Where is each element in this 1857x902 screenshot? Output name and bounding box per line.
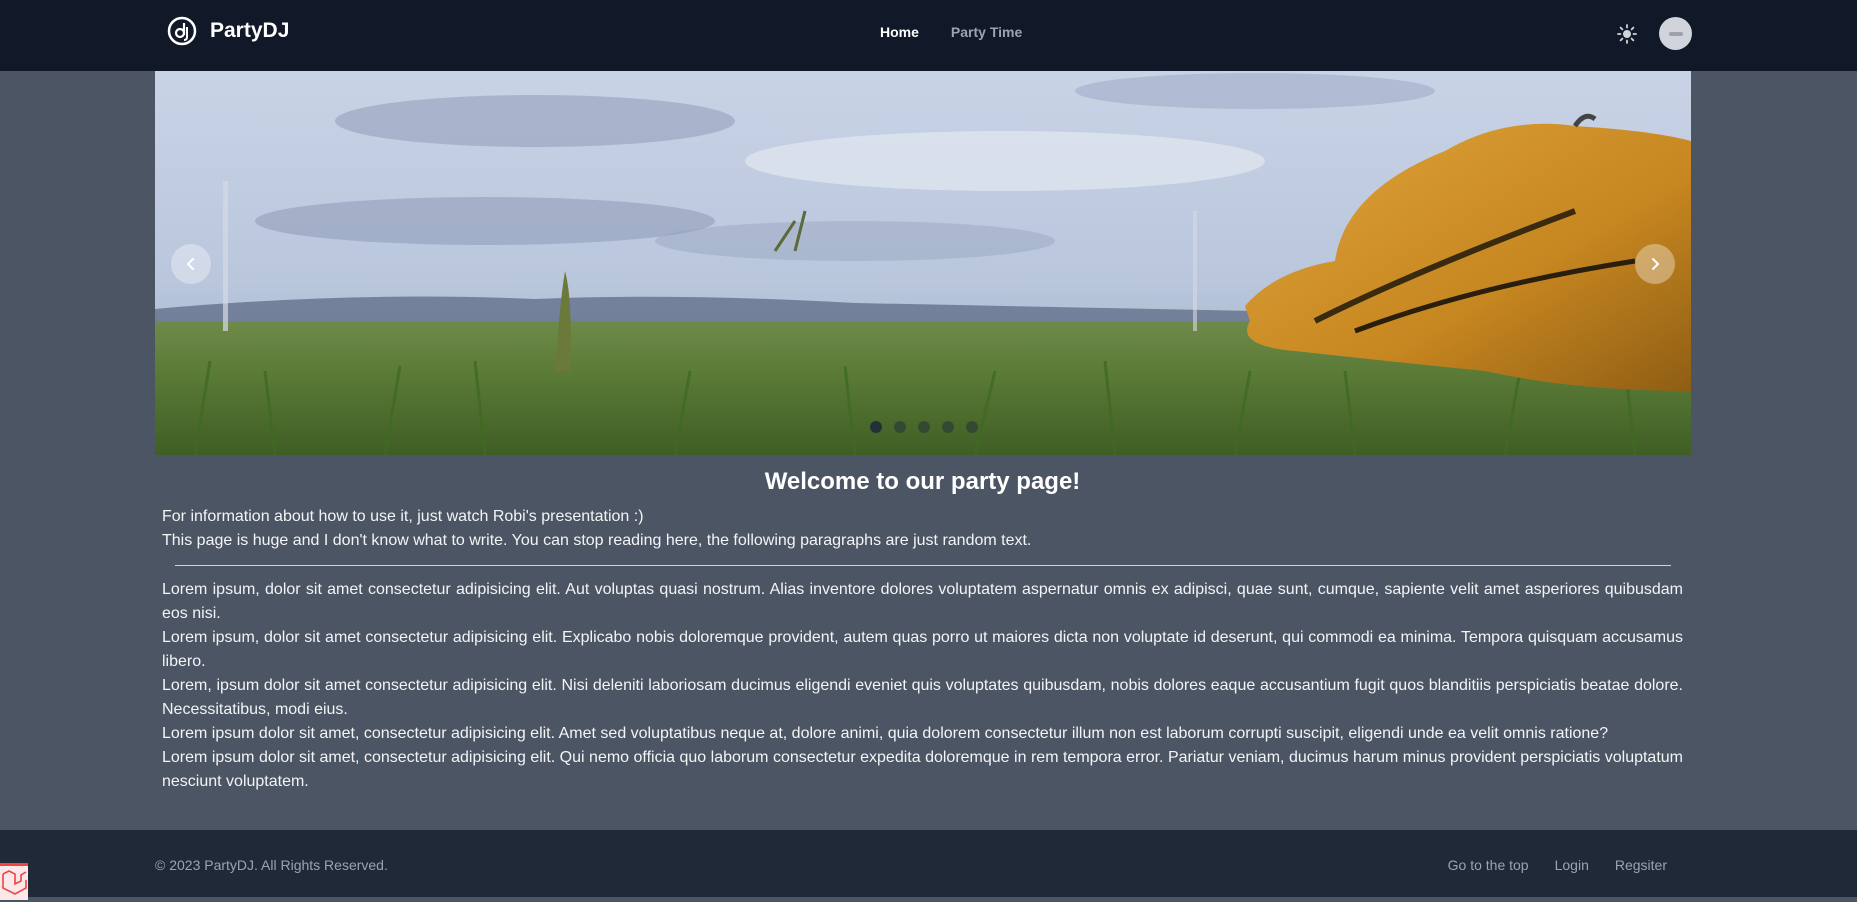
carousel-indicator-3[interactable] (918, 421, 930, 433)
carousel-indicator-5[interactable] (966, 421, 978, 433)
carousel-prev-button[interactable] (171, 244, 211, 284)
chevron-left-icon (187, 258, 194, 270)
image-carousel (155, 71, 1691, 455)
chevron-right-icon (1652, 258, 1659, 270)
footer-links: Go to the top Login Regsiter (1448, 857, 1667, 873)
avatar[interactable] (1659, 17, 1692, 50)
carousel-indicators (870, 421, 978, 433)
page-title: Welcome to our party page! (764, 468, 1081, 495)
paragraph: Lorem ipsum dolor sit amet, consectetur … (162, 749, 1683, 790)
intro-line: For information about how to use it, jus… (162, 508, 644, 525)
dj-logo-icon (167, 16, 197, 46)
main-content: Welcome to our party page! For informati… (162, 455, 1683, 794)
brand-name: PartyDJ (210, 19, 290, 42)
footer: © 2023 PartyDJ. All Rights Reserved. Go … (0, 830, 1857, 897)
copyright-text: © 2023 PartyDJ. All Rights Reserved. (155, 857, 388, 873)
nav-link-party-time[interactable]: Party Time (951, 24, 1022, 40)
laravel-logo-icon[interactable] (0, 863, 28, 900)
carousel-indicator-1[interactable] (870, 421, 882, 433)
navbar: PartyDJ Home Party Time (0, 0, 1857, 71)
sun-icon[interactable] (1614, 21, 1640, 47)
intro-text: For information about how to use it, jus… (162, 505, 1683, 553)
paragraph: Lorem, ipsum dolor sit amet consectetur … (162, 677, 1683, 718)
avatar-placeholder-icon (1668, 31, 1683, 36)
footer-link-register[interactable]: Regsiter (1615, 857, 1667, 873)
footer-link-login[interactable]: Login (1555, 857, 1589, 873)
intro-line: This page is huge and I don't know what … (162, 532, 1032, 549)
body-paragraphs: Lorem ipsum, dolor sit amet consectetur … (162, 578, 1683, 794)
carousel-next-button[interactable] (1635, 244, 1675, 284)
laravel-mark-icon (2, 870, 27, 895)
footer-link-go-to-top[interactable]: Go to the top (1448, 857, 1529, 873)
divider (175, 565, 1671, 566)
paragraph: Lorem ipsum dolor sit amet, consectetur … (162, 725, 1609, 742)
brand-link[interactable]: PartyDJ (166, 15, 289, 47)
main-nav: Home Party Time (880, 24, 1022, 40)
carousel-indicator-4[interactable] (942, 421, 954, 433)
carousel-indicator-2[interactable] (894, 421, 906, 433)
paragraph: Lorem ipsum, dolor sit amet consectetur … (162, 581, 1683, 622)
paragraph: Lorem ipsum, dolor sit amet consectetur … (162, 629, 1683, 670)
nav-link-home[interactable]: Home (880, 24, 919, 40)
carousel-slide-image (155, 71, 1691, 455)
